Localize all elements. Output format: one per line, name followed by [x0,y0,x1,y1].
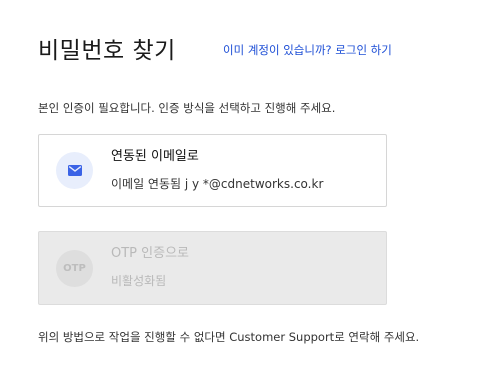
page-title: 비밀번호 찾기 [38,38,176,64]
email-badge [56,152,93,189]
otp-option-subtitle: 비활성화됨 [111,274,167,288]
support-note: 위의 방법으로 작업을 진행할 수 없다면 Customer Support로 … [38,330,420,344]
login-link[interactable]: 이미 계정이 있습니까? 로그인 하기 [223,42,392,58]
otp-verification-option: OTP OTP 인증으로 비활성화됨 [38,231,387,305]
otp-option-title: OTP 인증으로 [111,246,189,261]
email-option-title: 연동된 이메일로 [111,149,199,164]
instruction-text: 본인 인증이 필요합니다. 인증 방식을 선택하고 진행해 주세요. [38,101,336,115]
envelope-icon [67,165,82,176]
otp-badge: OTP [56,250,93,287]
email-verification-option[interactable]: 연동된 이메일로 이메일 연동됨 j y *@cdnetworks.co.kr [38,134,387,207]
email-option-subtitle: 이메일 연동됨 j y *@cdnetworks.co.kr [111,177,324,191]
